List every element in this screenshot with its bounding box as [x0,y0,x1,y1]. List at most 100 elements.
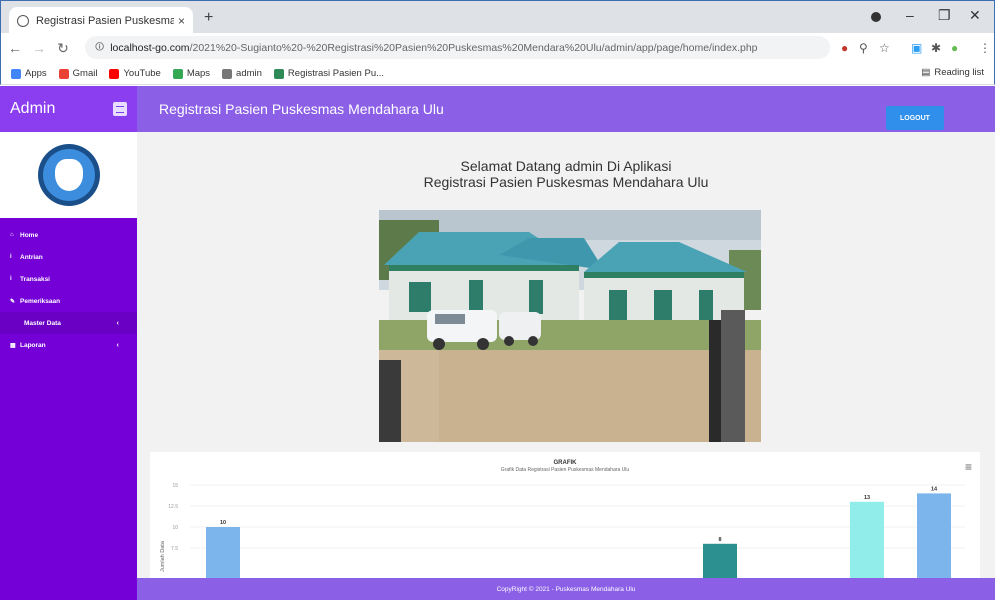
data-label: 13 [864,495,870,501]
user-silhouette-icon [54,159,83,191]
sidebar-toggle-button[interactable] [113,102,127,116]
y-tick-label: 10 [172,525,178,531]
url-path: /2021%20-Sugianto%20-%20Registrasi%20Pas… [189,41,758,54]
chart-title: GRAFIK [554,460,578,466]
address-bar-row: ← → ↻ 🛈 localhost-go.com /2021%20-Sugian… [0,33,995,63]
brand-name: Admin [10,100,56,117]
sidebar-item-label: Master Data [24,319,61,327]
profile-icon[interactable] [871,12,881,22]
avatar-icon[interactable]: ● [951,41,958,55]
app-header: Registrasi Pasien Puskesmas Mendahara Ul… [137,86,995,132]
user-panel [0,132,137,218]
forward-icon[interactable]: → [29,40,49,56]
chart-card: ≡ GRAFIK Grafik Data Registrasi Pasien Pu… [150,452,980,578]
chart-bar [206,527,240,578]
welcome-message: Selamat Datang admin Di Aplikasi Registr… [137,158,995,190]
y-tick-label: 7.5 [171,546,178,552]
chevron-left-icon: ‹ [116,341,119,349]
bar-chart: GRAFIKGrafik Data Registrasi Pasien Pusk… [160,460,965,578]
sidebar-item-laporan[interactable]: ▦ Laporan ‹ [0,334,137,356]
reading-list-icon: ▤ [921,67,931,78]
url-input[interactable]: 🛈 localhost-go.com /2021%20-Sugianto%20-… [85,36,830,59]
bookmark-5[interactable]: Registrasi Pasien Pu... [273,68,385,79]
bookmark-4[interactable]: admin [222,68,262,79]
user-icon: i [10,254,12,260]
sidebar-item-antrian[interactable]: i Antrian [0,246,137,268]
sidebar-item-label: Home [20,231,39,239]
window-close-icon[interactable]: ✕ [969,7,981,24]
back-icon[interactable]: ← [5,40,25,56]
bookmark-1[interactable]: Gmail [58,68,98,79]
bookmark-2[interactable]: YouTube [109,68,161,79]
bookmark-icon [109,68,120,79]
data-label: 8 [718,537,721,543]
bookmark-label: Maps [186,68,211,79]
bookmark-icon [273,68,284,79]
welcome-line-2: Registrasi Pasien Puskesmas Mendahara Ul… [423,174,709,190]
calendar-icon: ▦ [10,342,16,349]
user-icon: i [10,276,12,282]
url-host: localhost-go.com [110,41,190,54]
reading-list-label: Reading list [934,67,984,78]
info-icon[interactable]: 🛈 [95,40,104,56]
page-title: Registrasi Pasien Puskesmas Mendahara Ul… [159,101,444,117]
avatar-inner [42,149,95,201]
chart-bar [703,543,737,578]
extensions-puzzle-icon[interactable]: ✱ [931,41,941,55]
sidebar-item-label: Laporan [20,341,46,349]
chart-menu-icon[interactable]: ≡ [965,460,972,474]
minimize-icon[interactable]: – [906,7,914,23]
home-icon: ⌂ [10,232,14,238]
sidebar-item-pemeriksaan[interactable]: ✎ Pemeriksaan [0,290,137,312]
avatar [37,144,100,206]
sidebar-item-label: Antrian [20,253,43,261]
close-tab-icon[interactable]: × [178,14,185,28]
translate-icon[interactable]: ▣ [911,41,922,55]
sidebar-item-transaksi[interactable]: i Transaksi [0,268,137,290]
reload-icon[interactable]: ↻ [53,40,73,57]
sidebar-item-master-data[interactable]: Master Data ‹ [0,312,137,334]
bookmark-label: Apps [25,68,47,79]
bookmark-label: Registrasi Pasien Pu... [287,68,385,79]
y-axis-label: Jumlah Data [160,540,166,572]
sidebar-item-label: Pemeriksaan [20,297,61,305]
logout-button[interactable]: LOGOUT [886,106,944,130]
sidebar-brand: Admin [0,86,137,132]
bookmark-3[interactable]: Maps [172,68,211,79]
sidebar-item-label: Transaksi [20,275,50,283]
restore-icon[interactable]: ❐ [938,7,951,24]
bookmark-label: admin [236,68,262,79]
footer: CopyRight © 2021 - Puskesmas Mendahara U… [137,578,995,600]
kebab-menu-icon[interactable]: ⋮ [979,41,991,55]
sidebar-menu: ⌂ Home i Antrian i Transaksi ✎ Pemeriksaan Maste… [0,218,137,356]
hamburger-icon [116,105,124,113]
chevron-left-icon: ‹ [116,319,119,327]
chart-bar [917,493,951,578]
bookmark-label: YouTube [123,68,161,79]
new-tab-button[interactable]: + [204,9,213,27]
bookmark-icon [222,68,233,79]
globe-icon [17,14,29,27]
bookmark-label: Gmail [72,68,98,79]
extension-icon[interactable]: ● [841,41,848,55]
y-tick-label: 12.5 [168,504,178,510]
main-content: Selamat Datang admin Di Aplikasi Registr… [137,132,995,578]
welcome-line-1: Selamat Datang admin Di Aplikasi [460,158,672,174]
zoom-icon[interactable]: ⚲ [859,41,868,55]
bookmark-icon [172,68,183,79]
reading-list-button[interactable]: ▤ Reading list [921,67,984,78]
bookmarks-bar: Apps Gmail YouTube Maps admin Registrasi Pasi… [0,63,995,85]
puskesmas-building-photo [379,210,761,442]
copyright-text: CopyRight © 2021 - Puskesmas Mendahara U… [496,585,636,593]
data-label: 14 [931,486,938,492]
browser-tab[interactable]: Registrasi Pasien Puskesmas Me × [9,7,193,34]
bookmark-0[interactable]: Apps [11,68,47,79]
bookmark-star-icon[interactable]: ☆ [879,41,890,55]
sidebar: Admin ⌂ Home i Antrian i Transaksi ✎ Pemeriksaa… [0,86,137,600]
data-label: 10 [220,520,226,526]
edit-icon: ✎ [10,298,16,305]
bookmark-icon [58,68,69,79]
bookmark-icon [11,68,21,79]
sidebar-item-home[interactable]: ⌂ Home [0,224,137,246]
browser-tab-bar: Registrasi Pasien Puskesmas Me × + – ❐ ✕ [0,0,995,34]
